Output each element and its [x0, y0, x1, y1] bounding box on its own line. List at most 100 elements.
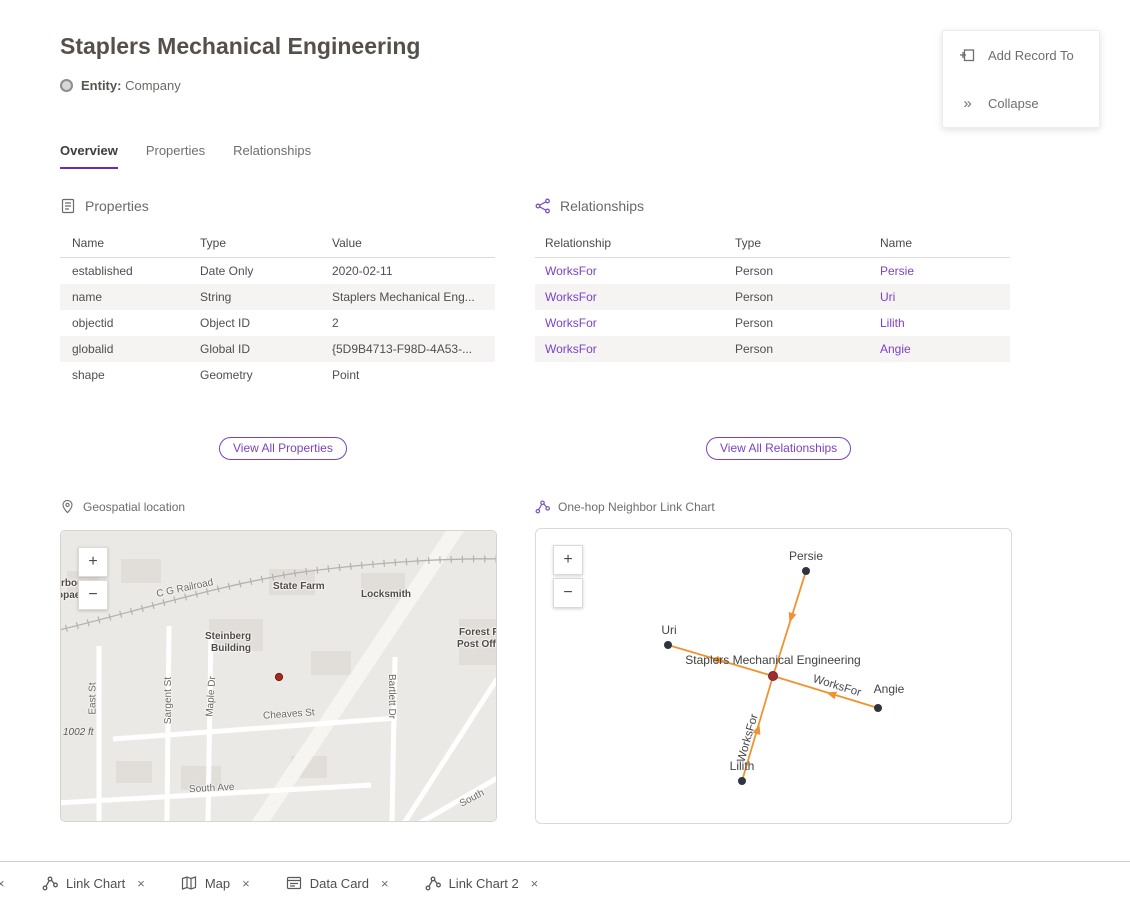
- map-label: Post Offic: [457, 639, 497, 650]
- map-canvas[interactable]: rbour opaedics C G Railroad State Farm L…: [60, 530, 497, 822]
- bottom-tab-link-chart-2[interactable]: Link Chart 2 ×: [425, 875, 539, 891]
- map-basemap: [61, 531, 496, 821]
- table-row: WorksFor Person Lilith: [535, 310, 1010, 336]
- edge-label: WorksFor: [736, 713, 761, 764]
- entity-type-dot: [60, 79, 73, 92]
- column-header: Relationship: [535, 236, 735, 250]
- node-label: Uri: [661, 623, 676, 637]
- zoom-out-button[interactable]: −: [78, 580, 108, 610]
- relationship-link[interactable]: WorksFor: [545, 342, 597, 356]
- close-icon[interactable]: ×: [242, 876, 250, 891]
- tab-label: Link Chart 2: [449, 876, 519, 891]
- node-persie[interactable]: [802, 567, 810, 575]
- table-row: WorksFor Person Persie: [535, 258, 1010, 284]
- view-all-properties-button[interactable]: View All Properties: [219, 437, 347, 460]
- tab-relationships[interactable]: Relationships: [233, 143, 311, 169]
- table-row: name String Staplers Mechanical Eng...: [60, 284, 495, 310]
- link-chart-section-header: One-hop Neighbor Link Chart: [535, 499, 715, 515]
- table-row: established Date Only 2020-02-11: [60, 258, 495, 284]
- geospatial-section-header: Geospatial location: [60, 499, 185, 515]
- location-marker: [275, 673, 282, 680]
- map-scale-label: 1002 ft: [63, 727, 94, 738]
- column-header: Name: [60, 236, 200, 250]
- map-pin-icon: [60, 499, 76, 515]
- properties-section-header: Properties: [60, 198, 149, 214]
- clipped-tab-close-button[interactable]: ×: [0, 876, 11, 891]
- table-row: objectid Object ID 2: [60, 310, 495, 336]
- context-menu: Add Record To » Collapse: [942, 30, 1100, 128]
- section-title: Geospatial location: [83, 500, 185, 514]
- entity-label: Entity:: [81, 78, 121, 93]
- bottom-tab-bar: × Link Chart × Map ×: [0, 861, 1130, 903]
- page-title: Staplers Mechanical Engineering: [60, 33, 420, 60]
- section-title: Relationships: [560, 198, 644, 214]
- close-icon[interactable]: ×: [137, 876, 145, 891]
- link-chart-graph: WorksFor WorksFor Persie Uri Angie Lilit…: [536, 529, 1011, 823]
- table-header: Name Type Value: [60, 229, 495, 258]
- node-uri[interactable]: [664, 641, 672, 649]
- bottom-tab-link-chart[interactable]: Link Chart ×: [42, 875, 145, 891]
- menu-item-label: Collapse: [988, 96, 1039, 111]
- link-chart-zoom-controls: + −: [553, 545, 583, 608]
- tab-overview[interactable]: Overview: [60, 143, 118, 169]
- map-label: Locksmith: [361, 589, 411, 600]
- tab-label: Data Card: [310, 876, 369, 891]
- center-node-label: Staplers Mechanical Engineering: [685, 653, 860, 667]
- map-label: Steinberg: [205, 631, 251, 642]
- relationships-table: Relationship Type Name WorksFor Person P…: [535, 229, 1010, 362]
- entity-link[interactable]: Persie: [880, 264, 914, 278]
- relationships-section-header: Relationships: [535, 198, 644, 214]
- column-header: Type: [735, 236, 880, 250]
- bottom-tab-data-card[interactable]: Data Card ×: [286, 875, 389, 891]
- collapse-icon: »: [959, 95, 975, 111]
- link-chart-icon: [425, 875, 441, 891]
- table-row: globalid Global ID {5D9B4713-F98D-4A53-.…: [60, 336, 495, 362]
- entity-link[interactable]: Lilith: [880, 316, 905, 330]
- add-record-icon: [959, 47, 975, 63]
- section-title: One-hop Neighbor Link Chart: [558, 500, 715, 514]
- view-all-relationships-button[interactable]: View All Relationships: [706, 437, 851, 460]
- map-label: Building: [211, 643, 251, 654]
- entity-value: Company: [125, 78, 181, 93]
- data-card-icon: [286, 875, 302, 891]
- node-label: Angie: [874, 682, 905, 696]
- link-chart-canvas[interactable]: WorksFor WorksFor Persie Uri Angie Lilit…: [535, 528, 1012, 824]
- tab-label: Map: [205, 876, 230, 891]
- menu-item-label: Add Record To: [988, 48, 1074, 63]
- map-label: Bartlett Dr: [386, 674, 397, 719]
- close-icon[interactable]: ×: [381, 876, 389, 891]
- zoom-out-button[interactable]: −: [553, 578, 583, 608]
- properties-icon: [60, 198, 76, 214]
- entity-row: Entity: Company: [60, 78, 181, 93]
- section-title: Properties: [85, 198, 149, 214]
- bottom-tab-map[interactable]: Map ×: [181, 875, 250, 891]
- table-header: Relationship Type Name: [535, 229, 1010, 258]
- relationship-link[interactable]: WorksFor: [545, 316, 597, 330]
- node-angie[interactable]: [874, 704, 882, 712]
- entity-link[interactable]: Angie: [880, 342, 911, 356]
- map-icon: [181, 875, 197, 891]
- map-label: State Farm: [273, 581, 325, 592]
- relationship-link[interactable]: WorksFor: [545, 264, 597, 278]
- node-label: Lilith: [730, 759, 755, 773]
- table-row: WorksFor Person Uri: [535, 284, 1010, 310]
- menu-item-add-record-to[interactable]: Add Record To: [943, 31, 1099, 79]
- table-row: shape Geometry Point: [60, 362, 495, 388]
- column-header: Name: [880, 236, 1010, 250]
- node-lilith[interactable]: [738, 777, 746, 785]
- node-label: Persie: [789, 549, 823, 563]
- map-label: Forest Par: [459, 627, 497, 638]
- menu-item-collapse[interactable]: » Collapse: [943, 79, 1099, 127]
- entity-link[interactable]: Uri: [880, 290, 895, 304]
- tab-label: Link Chart: [66, 876, 125, 891]
- tab-properties[interactable]: Properties: [146, 143, 205, 169]
- relationships-icon: [535, 198, 551, 214]
- column-header: Type: [200, 236, 332, 250]
- properties-table: Name Type Value established Date Only 20…: [60, 229, 495, 388]
- close-icon[interactable]: ×: [531, 876, 539, 891]
- link-chart-icon: [535, 499, 551, 515]
- relationship-link[interactable]: WorksFor: [545, 290, 597, 304]
- node-center[interactable]: [769, 672, 778, 681]
- zoom-in-button[interactable]: +: [78, 547, 108, 577]
- zoom-in-button[interactable]: +: [553, 545, 583, 575]
